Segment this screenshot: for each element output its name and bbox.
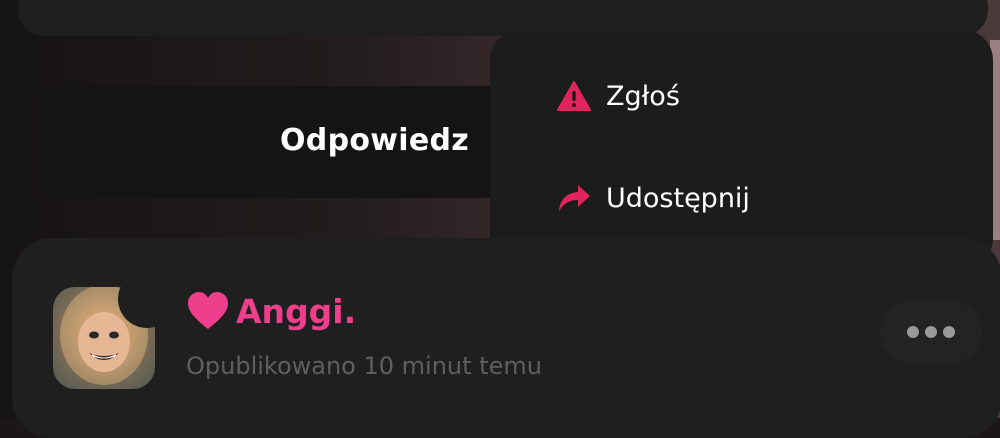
share-arrow-icon [556, 180, 592, 216]
menu-item-report[interactable]: Zgłoś [556, 78, 680, 114]
avatar-status-indicator [118, 270, 176, 328]
post-username[interactable]: Anggi. [236, 292, 356, 331]
post-more-button[interactable] [880, 302, 982, 362]
menu-item-report-label: Zgłoś [606, 80, 680, 112]
menu-item-share[interactable]: Udostępnij [556, 180, 750, 216]
context-menu: Zgłoś Udostępnij [490, 30, 993, 268]
post-timestamp: Opublikowano 10 minut temu [186, 352, 542, 380]
post-card [12, 238, 1000, 438]
heart-icon [186, 291, 230, 335]
reply-button-label[interactable]: Odpowiedz [280, 123, 469, 158]
warning-triangle-icon [556, 78, 592, 114]
more-horizontal-icon [943, 326, 955, 338]
more-horizontal-icon [907, 326, 919, 338]
menu-item-share-label: Udostępnij [606, 182, 750, 214]
more-horizontal-icon [925, 326, 937, 338]
